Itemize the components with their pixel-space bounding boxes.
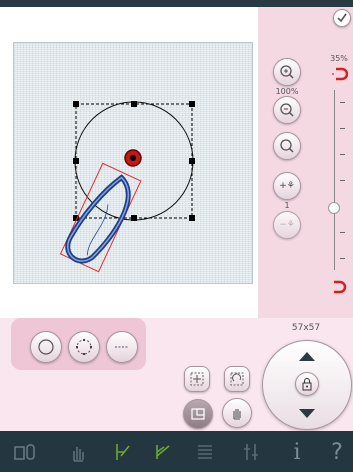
line-shape-button[interactable]: [106, 331, 138, 363]
stitch-program-icon[interactable]: [148, 437, 178, 467]
stitch-count: 1: [284, 201, 290, 210]
arrow-up-icon: [299, 352, 315, 361]
stitch-design: [59, 162, 142, 273]
design-size: 57x57: [291, 323, 321, 333]
zoom-fit-icon: [280, 139, 294, 153]
hand-icon: [233, 409, 241, 420]
settings-icon[interactable]: [236, 437, 266, 467]
point-circle-button[interactable]: [68, 331, 100, 363]
move-up-button[interactable]: [295, 346, 319, 366]
check-icon: [337, 13, 347, 23]
minus-stitch-icon: −⚘: [279, 220, 295, 230]
canvas-zoom-percent: 35%: [330, 54, 348, 63]
zoom-in-icon: [280, 65, 294, 79]
zoom-out-icon: [280, 103, 294, 117]
magnet-bottom-button[interactable]: [328, 279, 348, 294]
rotate-icon: [230, 372, 244, 386]
circle-shape-icon: [38, 339, 54, 355]
zoom-percent: 100%: [275, 87, 299, 96]
zoom-slider[interactable]: [328, 90, 350, 270]
circle-shape-button[interactable]: [30, 331, 62, 363]
info-icon: i: [293, 439, 301, 465]
center-icon: [190, 372, 204, 386]
move-down-button[interactable]: [295, 404, 319, 424]
magnet-icon: [332, 67, 349, 81]
design-preview: [59, 101, 195, 273]
embroidery-canvas[interactable]: [13, 42, 253, 284]
slider-thumb[interactable]: [328, 202, 340, 214]
help-icon: ?: [331, 439, 343, 465]
remove-stitch-button[interactable]: −⚘: [273, 211, 301, 239]
lock-icon: [302, 378, 312, 391]
magnet-icon: [334, 280, 347, 294]
add-stitch-button[interactable]: +⚘: [273, 172, 301, 200]
line-shape-icon: [115, 346, 129, 348]
point-circle-icon: [76, 339, 92, 355]
sewing-machine-icon: [14, 444, 35, 460]
zoom-out-button[interactable]: [273, 96, 301, 124]
lock-button[interactable]: [295, 372, 319, 396]
info-button[interactable]: i: [282, 437, 312, 467]
arrow-down-icon: [299, 409, 315, 418]
top-status-bar: [0, 0, 353, 7]
resize-button[interactable]: [183, 399, 213, 429]
machine-icon[interactable]: [10, 437, 40, 467]
confirm-button[interactable]: [333, 9, 351, 27]
resize-icon: [191, 408, 205, 420]
pan-button[interactable]: [222, 398, 252, 428]
hand-touch-icon[interactable]: [63, 437, 93, 467]
center-button[interactable]: [184, 366, 210, 392]
help-button[interactable]: ?: [322, 437, 352, 467]
zoom-fit-button[interactable]: [273, 132, 301, 160]
sequence-icon[interactable]: [190, 437, 220, 467]
magnet-top-button[interactable]: [328, 66, 349, 81]
zoom-in-button[interactable]: [273, 58, 301, 86]
edit-stitch-icon[interactable]: [107, 437, 137, 467]
rotate-button[interactable]: [224, 366, 250, 392]
plus-stitch-icon: +⚘: [279, 181, 295, 191]
